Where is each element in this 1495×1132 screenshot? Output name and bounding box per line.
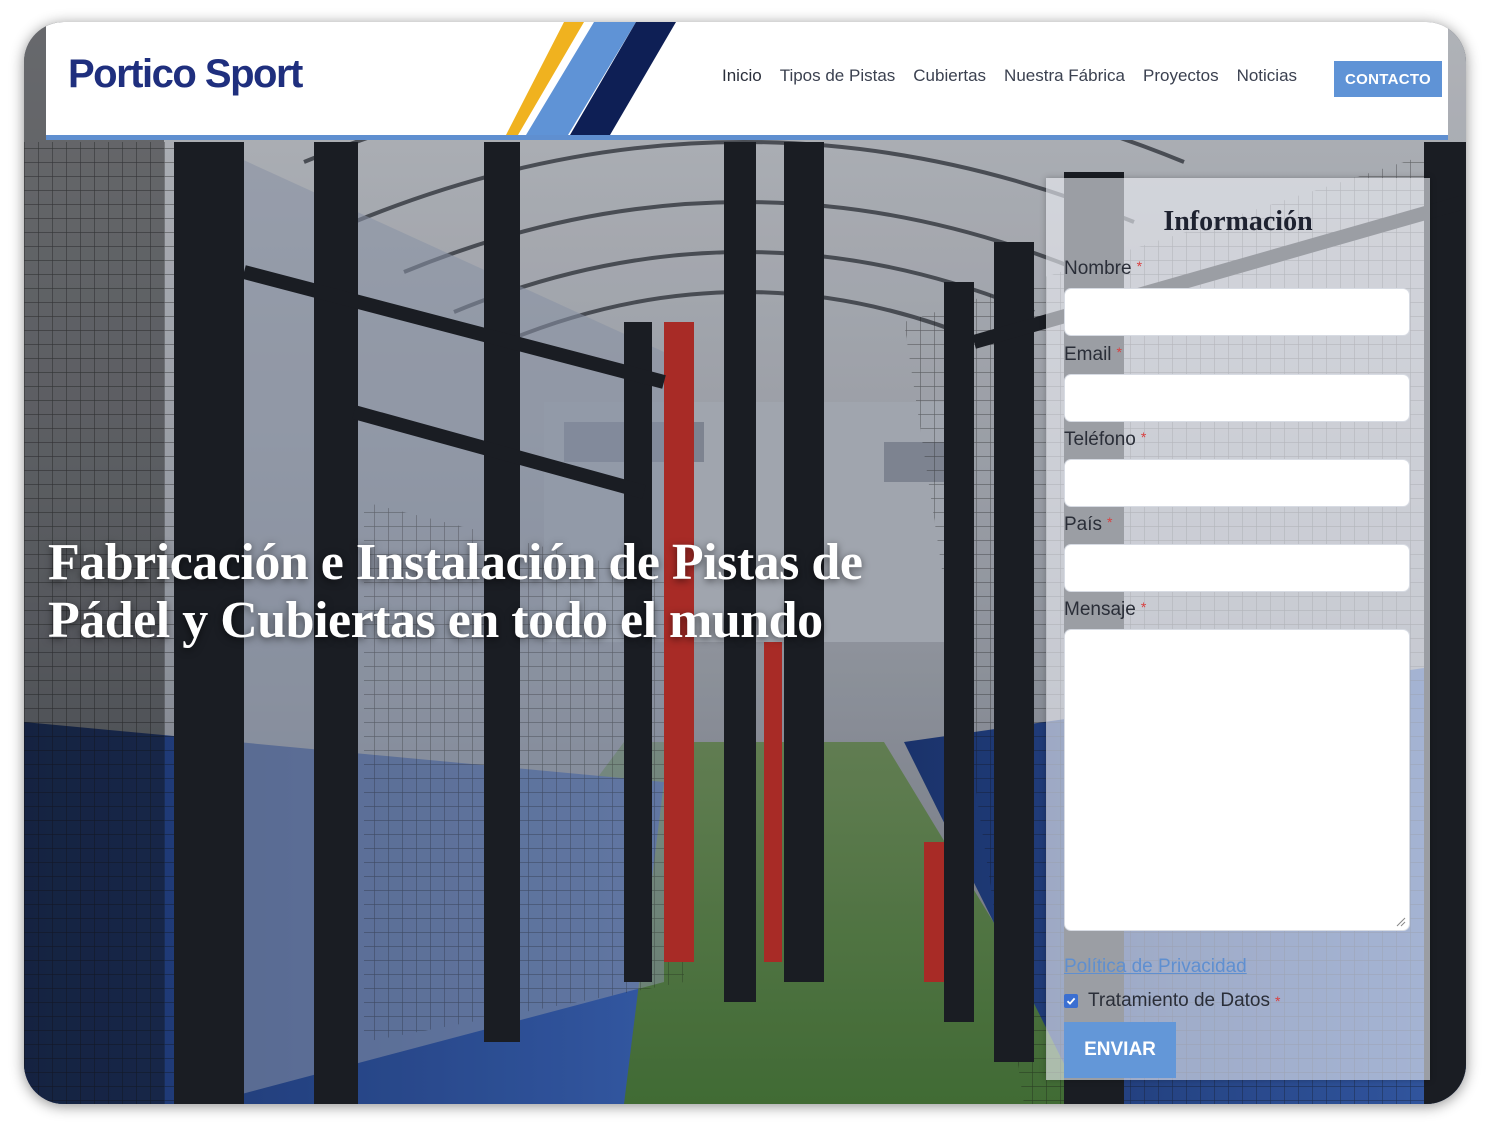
consent-label: Tratamiento de Datos	[1088, 990, 1270, 1011]
nombre-label: Nombre *	[1064, 258, 1142, 280]
logo-wordmark: Portico Sport	[68, 52, 303, 96]
site-logo[interactable]: Portico Sport	[68, 52, 303, 112]
mensaje-label-text: Mensaje	[1064, 599, 1136, 620]
site-header: Portico Sport Inicio Tipos de Pistas Cub…	[46, 22, 1448, 140]
contact-button[interactable]: CONTACTO	[1334, 61, 1442, 97]
nombre-input[interactable]	[1064, 288, 1410, 336]
browser-viewport: Portico Sport Inicio Tipos de Pistas Cub…	[24, 22, 1466, 1104]
header-decorative-stripes	[506, 22, 676, 135]
email-label-text: Email	[1064, 344, 1112, 365]
required-marker: *	[1116, 344, 1122, 360]
required-marker: *	[1140, 429, 1147, 445]
consent-row: Tratamiento de Datos *	[1064, 990, 1280, 1012]
nav-item-tipos-de-pistas[interactable]: Tipos de Pistas	[780, 66, 896, 86]
mensaje-textarea[interactable]	[1064, 629, 1410, 931]
required-marker: *	[1107, 514, 1113, 530]
hero-headline: Fabricación e Instalación de Pistas de P…	[48, 534, 863, 649]
resize-handle-icon[interactable]	[1396, 917, 1406, 927]
consent-checkbox[interactable]	[1064, 994, 1078, 1008]
pais-label: País *	[1064, 514, 1112, 536]
nav-item-nuestra-fabrica[interactable]: Nuestra Fábrica	[1004, 66, 1125, 86]
pais-label-text: País	[1064, 514, 1103, 535]
required-marker: *	[1136, 258, 1143, 274]
telefono-label-text: Teléfono	[1064, 429, 1136, 450]
telefono-input[interactable]	[1064, 459, 1410, 507]
required-marker: *	[1140, 599, 1147, 615]
main-navigation: Inicio Tipos de Pistas Cubiertas Nuestra…	[722, 66, 1315, 86]
nombre-label-text: Nombre	[1064, 258, 1132, 279]
nav-item-proyectos[interactable]: Proyectos	[1143, 66, 1219, 86]
required-marker: *	[1275, 993, 1281, 1009]
submit-button[interactable]: ENVIAR	[1064, 1022, 1176, 1078]
form-title: Información	[1163, 206, 1313, 237]
privacy-policy-link[interactable]: Política de Privacidad	[1064, 956, 1247, 978]
email-input[interactable]	[1064, 374, 1410, 422]
nav-item-cubiertas[interactable]: Cubiertas	[913, 66, 986, 86]
nav-item-inicio[interactable]: Inicio	[722, 66, 762, 86]
telefono-label: Teléfono *	[1064, 429, 1146, 451]
checkmark-icon	[1066, 997, 1076, 1005]
mensaje-label: Mensaje *	[1064, 599, 1146, 621]
pais-input[interactable]	[1064, 544, 1410, 592]
nav-item-noticias[interactable]: Noticias	[1237, 66, 1297, 86]
email-label: Email *	[1064, 344, 1122, 366]
contact-form: Información Nombre * Email * Teléfono * Paí…	[1046, 178, 1430, 1080]
